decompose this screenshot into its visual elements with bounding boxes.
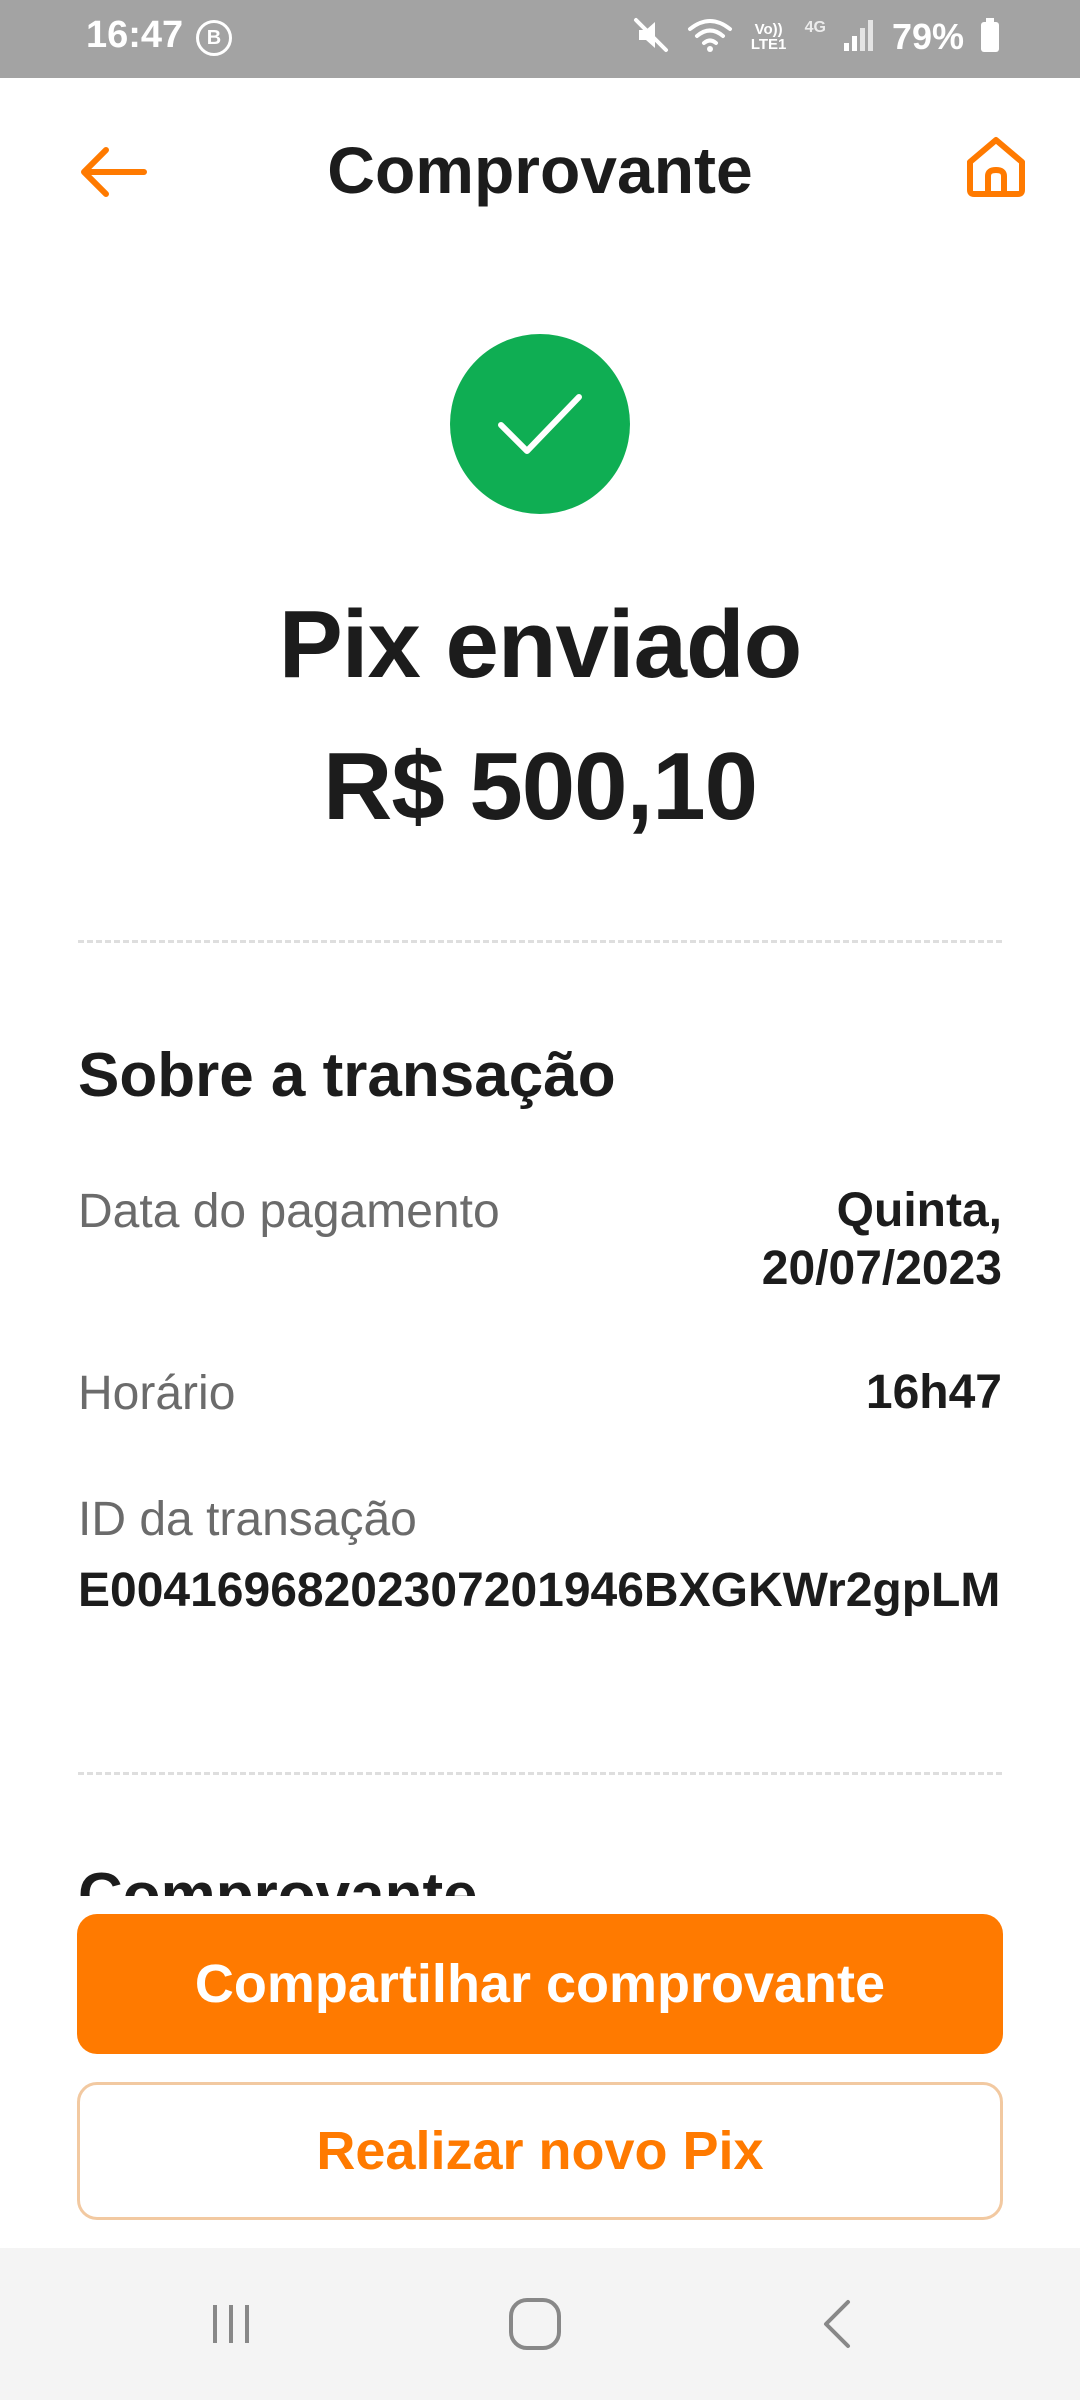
payment-date-weekday: Quinta,: [836, 1184, 1002, 1237]
transaction-id-label: ID da transação: [78, 1493, 417, 1546]
wifi-icon: [687, 15, 733, 60]
success-badge: [450, 334, 630, 514]
time-label: Horário: [78, 1367, 236, 1420]
transfer-amount: R$ 500,10: [322, 733, 758, 840]
recent-apps-button[interactable]: [182, 2284, 282, 2364]
app-header: Comprovante: [0, 78, 1080, 268]
recent-apps-icon: [213, 2305, 249, 2343]
time-value: 16h47: [865, 1366, 1002, 1419]
back-nav-button[interactable]: [788, 2284, 888, 2364]
chevron-left-icon: [824, 2300, 850, 2348]
home-circle-icon: [509, 2298, 561, 2350]
status-time: 16:47: [86, 14, 184, 56]
home-nav-button[interactable]: [485, 2284, 585, 2364]
transaction-id-value: E00416968202307201946BXGKWr2gpLM: [78, 1564, 1001, 1617]
payment-date-value: Quinta, 20/07/2023: [762, 1182, 1002, 1298]
share-receipt-button[interactable]: Compartilhar comprovante: [77, 1914, 1003, 2054]
signal-icon: [842, 17, 876, 58]
section-title-partial: Comprovante: [78, 1861, 478, 1896]
page-title: Comprovante: [327, 133, 753, 207]
section-title-transaction: Sobre a transação: [78, 1041, 616, 1110]
success-title: Pix enviado: [278, 591, 803, 698]
status-bar: 16:47 B Vo)) LTE1 4G 79%: [0, 0, 1080, 78]
system-nav-bar: [0, 2248, 1080, 2400]
home-button[interactable]: [956, 126, 1036, 206]
home-icon: [967, 137, 1025, 197]
new-pix-button[interactable]: Realizar novo Pix: [77, 2082, 1003, 2220]
mute-icon: [631, 15, 671, 60]
divider: [78, 1772, 1002, 1775]
network-type: 4G: [804, 19, 826, 36]
payment-date-label: Data do pagamento: [78, 1185, 500, 1238]
battery-icon: [980, 17, 1000, 58]
check-icon: [498, 394, 582, 454]
divider: [78, 940, 1002, 943]
b-badge-icon: B: [196, 20, 232, 56]
battery-percentage: 79%: [891, 16, 964, 57]
status-icons: Vo)) LTE1 4G 79%: [631, 12, 1000, 62]
payment-date-date: 20/07/2023: [761, 1242, 1002, 1295]
volte-label: Vo)) LTE1: [750, 21, 787, 53]
